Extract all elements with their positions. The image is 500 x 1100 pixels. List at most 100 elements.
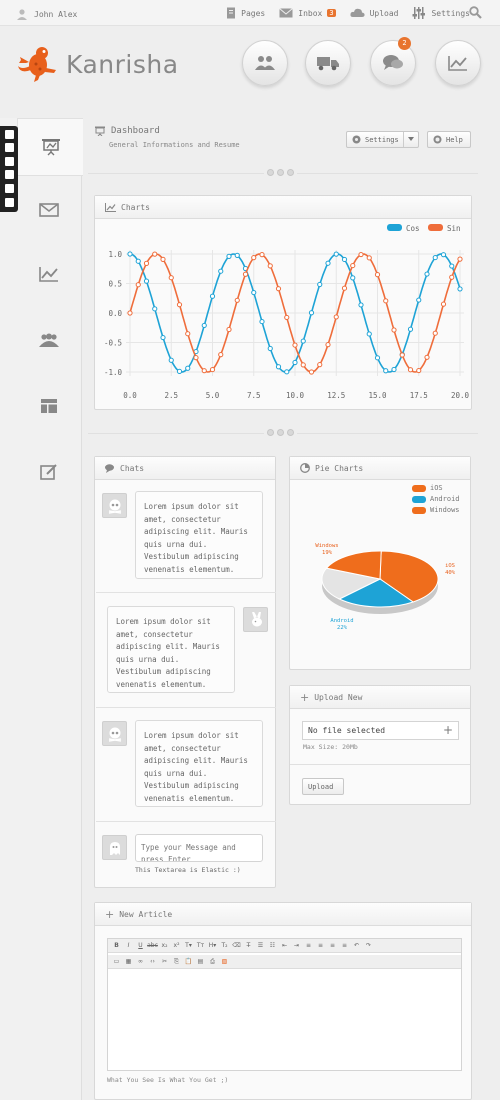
horizontal-rule-icon[interactable]: ▭ xyxy=(112,957,121,966)
divider-dots xyxy=(264,429,297,436)
quick-stats-button[interactable] xyxy=(435,40,481,86)
legend-swatch-sin xyxy=(428,224,443,231)
numbered-list-icon[interactable]: ☷ xyxy=(268,941,277,950)
film-strip-widget[interactable] xyxy=(0,126,18,212)
data-point xyxy=(218,268,224,274)
paste-text-icon[interactable]: ▤ xyxy=(196,957,205,966)
data-point xyxy=(341,285,348,291)
subscript-button[interactable]: x₂ xyxy=(160,941,169,950)
quick-users-button[interactable] xyxy=(242,40,288,86)
sidebar-item-users[interactable] xyxy=(38,330,60,350)
indent-icon[interactable]: ⇥ xyxy=(292,941,301,950)
x-tick-label: 15.0 xyxy=(368,391,387,400)
cut-icon[interactable]: ✂ xyxy=(160,957,169,966)
sidebar-item-layout[interactable] xyxy=(38,396,60,416)
data-point xyxy=(168,357,174,363)
file-input[interactable]: No file selected + xyxy=(302,721,459,740)
skull-icon xyxy=(108,499,121,514)
text-size-button[interactable]: Tт xyxy=(196,941,205,950)
code-icon[interactable]: ‹› xyxy=(148,957,157,966)
outdent-icon[interactable]: ⇤ xyxy=(280,941,289,950)
link-icon[interactable]: ∞ xyxy=(136,957,145,966)
upload-link[interactable]: Upload xyxy=(349,8,398,18)
image-icon[interactable]: ▦ xyxy=(124,957,133,966)
legend-swatch-cos xyxy=(387,224,402,231)
pie-label-name: Windows xyxy=(315,543,338,549)
chat-message-input[interactable] xyxy=(135,834,263,862)
redo-icon[interactable]: ↷ xyxy=(364,941,373,950)
data-point xyxy=(127,310,133,316)
upload-panel-title: Upload New xyxy=(314,692,363,702)
quick-chat-button[interactable]: 2 xyxy=(370,37,416,86)
data-point xyxy=(292,342,298,348)
upload-button[interactable]: Upload xyxy=(302,778,344,795)
align-left-icon[interactable]: ≡ xyxy=(304,941,313,950)
side-navigation xyxy=(0,118,83,1100)
gear-icon xyxy=(352,135,361,144)
charts-panel: Charts 0.0 2.5 5.0 7.5 10.0 12.5 15.0 17.5 20.0 1… xyxy=(94,195,472,410)
document-icon[interactable]: ▧ xyxy=(220,957,229,966)
plus-icon: + xyxy=(105,907,115,921)
clear-format-icon[interactable]: ⌫ xyxy=(232,941,241,950)
sidebar-item-dashboard[interactable] xyxy=(17,118,83,176)
settings-link[interactable]: Settings xyxy=(412,7,470,19)
superscript-button[interactable]: x² xyxy=(172,941,181,950)
justify-icon[interactable]: ≡ xyxy=(340,941,349,950)
x-tick-label: 5.0 xyxy=(206,391,220,400)
italic-button[interactable]: I xyxy=(124,941,133,950)
data-point xyxy=(185,365,191,371)
text-color-button[interactable]: T▾ xyxy=(184,941,193,950)
copy-icon[interactable]: ⎘ xyxy=(172,957,181,966)
undo-icon[interactable]: ↶ xyxy=(352,941,361,950)
data-point xyxy=(193,355,199,361)
bulleted-list-icon[interactable]: ☰ xyxy=(256,941,265,950)
paste-icon[interactable]: 📋 xyxy=(184,957,193,966)
heading-button[interactable]: H▾ xyxy=(208,941,217,950)
logo-text: Kanrisha xyxy=(66,49,179,79)
data-point xyxy=(366,331,372,337)
data-point xyxy=(300,338,306,344)
search-icon xyxy=(469,6,482,19)
chat-message: Lorem ipsum dolor sit amet, consectetur … xyxy=(107,606,235,693)
data-point xyxy=(152,251,158,257)
dashboard-header: Dashboard General Informations and Resum… xyxy=(95,126,240,149)
logo[interactable]: Kanrisha xyxy=(16,44,179,84)
x-tick-label: 2.5 xyxy=(164,391,178,400)
line-chart-icon xyxy=(39,267,58,282)
inbox-link[interactable]: Inbox 3 xyxy=(279,8,336,18)
chat-message-text: Lorem ipsum dolor sit amet, consectetur … xyxy=(144,731,248,803)
settings-dropdown-button[interactable]: Settings xyxy=(346,131,419,148)
legend-label: iOS xyxy=(430,484,443,492)
strikethrough-button[interactable]: abc xyxy=(147,941,158,950)
format-button[interactable]: T₂ xyxy=(220,941,229,950)
inbox-badge: 3 xyxy=(327,9,336,17)
chat-message: Lorem ipsum dolor sit amet, consectetur … xyxy=(135,720,263,807)
sidebar-item-mail[interactable] xyxy=(38,200,60,220)
sidebar-item-charts[interactable] xyxy=(38,264,60,284)
user-menu[interactable]: John Alex xyxy=(16,8,77,20)
line-chart-icon xyxy=(105,202,116,212)
help-button[interactable]: Help xyxy=(427,131,471,148)
search-button[interactable] xyxy=(469,6,482,21)
x-tick-label: 20.0 xyxy=(451,391,470,400)
align-right-icon[interactable]: ≡ xyxy=(328,941,337,950)
remove-format-button[interactable]: T̶ xyxy=(244,941,253,950)
data-point xyxy=(284,369,290,375)
align-center-icon[interactable]: ≡ xyxy=(316,941,325,950)
data-point xyxy=(209,293,216,299)
pages-link[interactable]: Pages xyxy=(226,7,265,19)
skull-icon xyxy=(108,727,121,742)
data-point xyxy=(168,275,174,281)
page-subtitle: General Informations and Resume xyxy=(109,141,240,149)
data-point xyxy=(251,289,257,296)
settings-label: Settings xyxy=(431,8,470,18)
quick-delivery-button[interactable] xyxy=(305,40,351,86)
print-icon[interactable]: ⎙ xyxy=(208,957,217,966)
upload-button-label: Upload xyxy=(308,782,334,791)
data-point xyxy=(259,252,265,258)
bold-button[interactable]: B xyxy=(112,941,121,950)
sidebar-item-edit[interactable] xyxy=(38,462,60,482)
underline-button[interactable]: U xyxy=(136,941,145,950)
help-icon xyxy=(433,135,442,144)
max-size-note: Max Size: 20Mb xyxy=(303,743,358,751)
